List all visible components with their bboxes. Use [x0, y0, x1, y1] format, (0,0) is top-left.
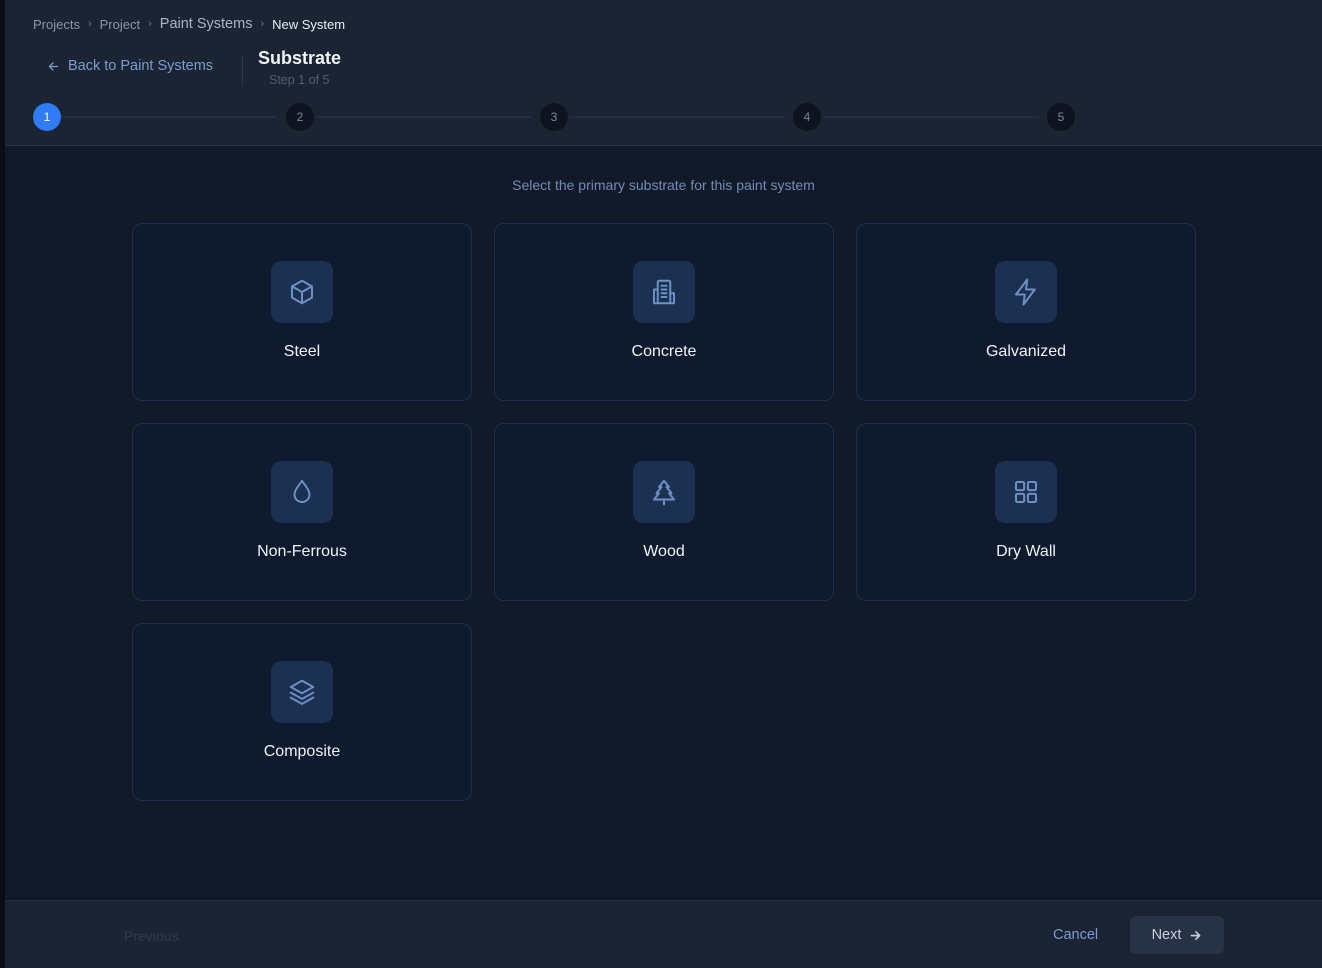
breadcrumb-separator: ›: [148, 18, 152, 30]
icon-box: [995, 461, 1057, 523]
step-2-indicator: 2: [286, 103, 314, 131]
step-connector: [569, 116, 785, 118]
arrow-right-icon: [1191, 930, 1201, 940]
option-label: Non-Ferrous: [257, 543, 347, 560]
option-label: Steel: [283, 343, 321, 360]
substrate-option-non-ferrous[interactable]: Non-Ferrous: [132, 423, 472, 601]
layers-icon: [289, 679, 315, 705]
breadcrumb-paint-systems[interactable]: Paint Systems: [160, 16, 253, 32]
step-connector: [315, 116, 531, 118]
option-label: Concrete: [631, 343, 697, 360]
step-connector: [823, 116, 1039, 118]
icon-box: [271, 461, 333, 523]
icon-box: [271, 261, 333, 323]
app-window: Projects › Project › Paint Systems › New…: [5, 0, 1322, 968]
next-button-label: Next: [1151, 927, 1182, 943]
option-label: Galvanized: [985, 343, 1067, 360]
breadcrumb-separator: ›: [87, 18, 92, 30]
step-4-indicator: 4: [793, 103, 821, 131]
building-icon: [653, 279, 675, 305]
option-label: Wood: [643, 543, 685, 560]
breadcrumb-new-system: New System: [272, 16, 346, 32]
substrate-option-steel[interactable]: Steel: [132, 223, 472, 401]
substrate-option-dry-wall[interactable]: Dry Wall: [856, 423, 1196, 601]
back-to-paint-systems-link[interactable]: Back to Paint Systems: [47, 58, 213, 74]
step-3-indicator: 3: [540, 103, 568, 131]
substrate-option-wood[interactable]: Wood: [494, 423, 834, 601]
substrate-option-composite[interactable]: Composite: [132, 623, 472, 801]
instruction-text: Select the primary substrate for this pa…: [512, 177, 815, 193]
step-1-indicator: 1: [33, 103, 61, 131]
substrate-option-galvanized[interactable]: Galvanized: [856, 223, 1196, 401]
icon-box: [633, 461, 695, 523]
cube-icon: [291, 279, 313, 305]
stepper: 1 2 3 4 5: [5, 100, 1322, 134]
step-counter: Step 1 of 5: [269, 73, 330, 87]
title-divider: [242, 56, 243, 86]
tree-icon: [653, 479, 675, 506]
footer: Previous Cancel Next: [5, 900, 1322, 968]
page-title: Substrate: [258, 48, 342, 68]
breadcrumb-projects[interactable]: Projects: [33, 17, 80, 32]
next-button[interactable]: Next: [1130, 916, 1224, 954]
breadcrumb-project[interactable]: Project: [100, 17, 140, 32]
previous-button[interactable]: Previous: [124, 928, 178, 944]
step-connector: [61, 116, 277, 118]
icon-box: [633, 261, 695, 323]
back-link-label: Back to Paint Systems: [68, 58, 214, 74]
arrow-left-icon: [48, 61, 59, 71]
header: Projects › Project › Paint Systems › New…: [5, 0, 1322, 146]
cancel-button[interactable]: Cancel: [1053, 927, 1098, 943]
option-label: Dry Wall: [996, 543, 1056, 560]
substrate-option-concrete[interactable]: Concrete: [494, 223, 834, 401]
breadcrumb-separator: ›: [260, 18, 265, 30]
icon-box: [995, 261, 1057, 323]
icon-box: [271, 661, 333, 723]
grid-icon: [1015, 481, 1037, 503]
breadcrumb: Projects › Project › Paint Systems › New…: [33, 16, 345, 32]
option-label: Composite: [263, 743, 341, 760]
droplet-icon: [293, 479, 311, 503]
lightning-icon: [1015, 278, 1036, 306]
step-5-indicator: 5: [1047, 103, 1075, 131]
